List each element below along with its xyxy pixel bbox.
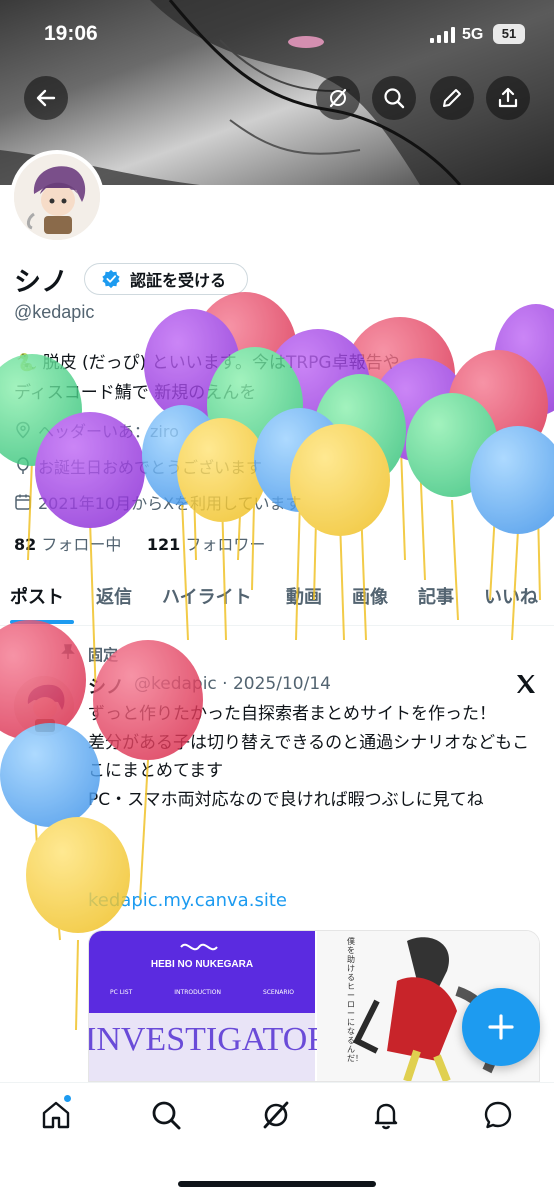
nav-notifications[interactable] (366, 1095, 406, 1135)
nav-grok[interactable] (256, 1095, 296, 1135)
grok-icon (329, 88, 347, 108)
grok-button[interactable] (316, 76, 360, 120)
following-link[interactable]: 82 フォロー中 (14, 535, 126, 554)
bio-line-2: ディスコード鯖で 新規のえんを (14, 383, 257, 403)
tab-likes[interactable]: いいね (484, 583, 538, 609)
bell-icon (374, 1103, 398, 1130)
site-big-title: INVESTIGATOR (88, 1021, 330, 1058)
media-image-site[interactable]: HEBI NO NUKEGARA PC LIST INTRODUCTION SC… (89, 931, 330, 1081)
profile-birthday: お誕生日おめでとうございます (14, 454, 262, 478)
profile-handle: @kedapic (14, 302, 95, 322)
battery-indicator: 51 (493, 24, 525, 44)
get-verified-label: 認証を受ける (130, 271, 227, 290)
balloon (494, 304, 554, 601)
search-icon (384, 88, 405, 109)
active-tab-indicator (10, 620, 74, 624)
post-body: ずっと作りたかった自探索者まとめサイトを作った！ 差分がある子は切り替えできるの… (88, 700, 538, 814)
grok-icon (263, 1101, 289, 1129)
verified-badge-icon (102, 269, 120, 289)
post-author-avatar[interactable] (14, 676, 74, 736)
status-bar: 19:06 5G 51 (0, 0, 554, 70)
site-brand: HEBI NO NUKEGARA (150, 959, 254, 970)
snake-logo-icon (180, 943, 218, 951)
status-time: 19:06 (44, 22, 98, 45)
character-caption: 僕を助けるヒーローになるんだ！ (347, 937, 363, 1063)
home-indicator (178, 1181, 376, 1187)
balloon (0, 723, 100, 941)
x-logo-icon[interactable] (514, 672, 538, 696)
share-icon (498, 87, 518, 108)
nav-search[interactable] (146, 1095, 186, 1135)
bio-line-1: 🐍 脱皮 (だっぴ) といいます。今はTRPG卓報告や (16, 353, 400, 373)
tab-articles[interactable]: 記事 (418, 583, 454, 609)
balloon (448, 350, 548, 601)
home-icon (42, 1101, 70, 1129)
edit-button[interactable] (430, 76, 474, 120)
pin-icon (61, 644, 75, 659)
birthday-text: お誕生日おめでとうございます (38, 458, 263, 477)
location-text: ヘッダーいあ：ziro (38, 422, 179, 441)
arrow-left-icon (36, 89, 56, 107)
nav-messages[interactable] (478, 1095, 518, 1135)
following-count: 82 (14, 535, 37, 554)
site-nav-item: INTRODUCTION (174, 989, 221, 996)
balloon-icon (17, 457, 29, 474)
post-text-line: PC・スマホ両対応なので良ければ暇つぶしに見てね (88, 789, 484, 810)
site-nav-item: PC LIST (109, 989, 133, 996)
post-text-line: ずっと作りたかった自探索者まとめサイトを作った！ (88, 704, 496, 724)
search-button[interactable] (372, 76, 416, 120)
follow-stats: 82 フォロー中 121 フォロワー (14, 531, 265, 555)
display-name: シノ (14, 267, 68, 298)
profile-joined: 2021年10月からXを利用しています (14, 490, 302, 514)
profile-tabs: ポスト 返信 ハイライト 動画 画像 記事 いいね (0, 572, 554, 626)
mail-icon (484, 1101, 512, 1129)
joined-text: 2021年10月からXを利用しています (38, 494, 302, 513)
post-author-name[interactable]: シノ (88, 673, 124, 699)
tab-photos[interactable]: 画像 (352, 583, 388, 609)
site-nav-item: SCENARIO (262, 989, 294, 996)
following-label: フォロー中 (41, 535, 122, 554)
post-text-line: 差分がある子は切り替えできるのと通過シナリオなどもここにまとめてます (88, 732, 530, 782)
followers-link[interactable]: 121 フォロワー (147, 535, 266, 554)
calendar-icon (15, 494, 31, 510)
location-pin-icon (16, 421, 30, 439)
profile-avatar[interactable] (10, 150, 104, 244)
home-notification-dot (63, 1094, 72, 1103)
network-type: 5G (462, 26, 484, 43)
balloon (0, 620, 86, 901)
balloon (193, 292, 297, 561)
get-verified-button[interactable]: 認証を受ける (84, 263, 248, 295)
tab-highlights[interactable]: ハイライト (162, 583, 252, 609)
pinned-label: 固定 (88, 646, 119, 664)
pencil-icon (443, 89, 461, 107)
share-button[interactable] (486, 76, 530, 120)
tab-replies[interactable]: 返信 (96, 583, 132, 609)
tab-videos[interactable]: 動画 (286, 583, 322, 609)
plus-icon (488, 1014, 514, 1040)
site-nav: PC LIST INTRODUCTION SCENARIO (89, 989, 315, 996)
post-link[interactable]: kedapic.my.canva.site (88, 890, 287, 911)
profile-location: ヘッダーいあ：ziro (14, 418, 179, 442)
tab-posts[interactable]: ポスト (10, 583, 64, 609)
balloon (372, 358, 468, 581)
back-button[interactable] (24, 76, 68, 120)
search-icon (152, 1101, 181, 1130)
followers-count: 121 (146, 535, 181, 554)
compose-button[interactable] (462, 988, 540, 1066)
followers-label: フォロワー (185, 535, 266, 554)
signal-icon (430, 27, 455, 43)
post-author-handle-date: @kedapic · 2025/10/14 (134, 674, 331, 694)
